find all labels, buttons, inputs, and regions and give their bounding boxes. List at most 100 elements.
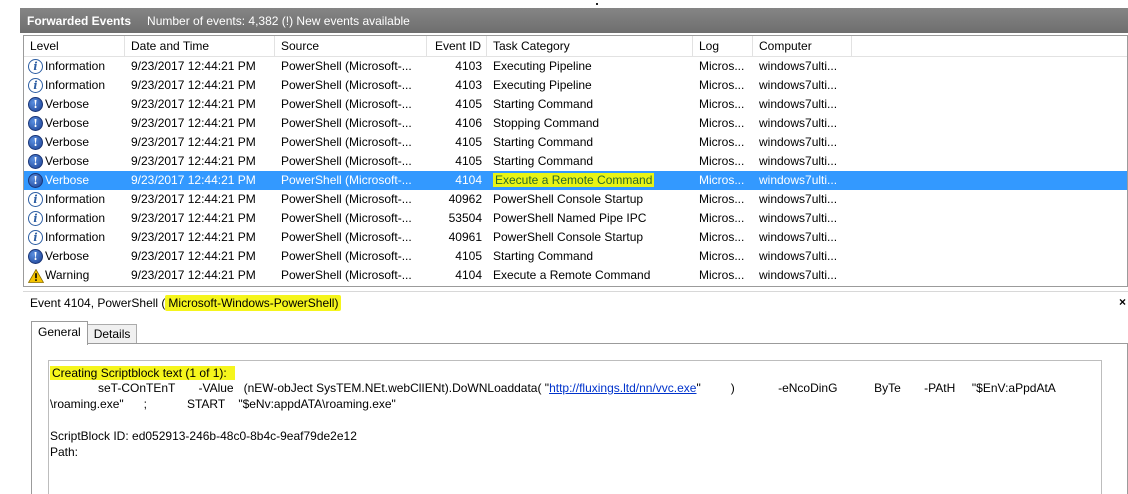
event-id-cell: 4105 [455,135,482,149]
table-row[interactable]: ! Verbose 9/23/2017 12:44:21 PM PowerShell … [24,133,1127,152]
tab-general[interactable]: General [31,321,88,345]
tab-details[interactable]: Details [86,324,138,344]
table-row[interactable]: i Information 9/23/2017 12:44:21 PM PowerSh… [24,76,1127,95]
verbose-icon: ! [28,154,43,169]
task-category-cell: PowerShell Console Startup [493,230,644,244]
table-row[interactable]: ! Verbose 9/23/2017 12:44:21 PM PowerShell … [24,152,1127,171]
left-gutter [0,8,20,494]
level-text: Information [45,78,106,92]
script-text-part-1: seT-COnTEnT -VAlue (nEW-obJect SysTEM.NE… [98,381,550,395]
date-cell: 9/23/2017 12:44:21 PM [131,116,256,130]
computer-cell: windows7ulti... [759,59,838,73]
column-header-log[interactable]: Log [693,36,753,57]
level-text: Verbose [45,154,90,168]
date-cell: 9/23/2017 12:44:21 PM [131,78,256,92]
log-cell: Micros... [699,192,745,206]
table-row[interactable]: ! Verbose 9/23/2017 12:44:21 PM PowerShell … [24,171,1127,190]
task-category-cell: Execute a Remote Command [487,171,693,190]
column-header-date[interactable]: Date and Time [125,36,275,57]
event-id-cell: 4103 [455,59,482,73]
level-text: Information [45,211,106,225]
info-icon: i [28,192,43,207]
level-text: Information [45,230,106,244]
source-cell: PowerShell (Microsoft-... [281,135,412,149]
table-row[interactable]: i Information 9/23/2017 12:44:21 PM PowerSh… [24,57,1127,76]
table-row[interactable]: Warning 9/23/2017 12:44:21 PM PowerShell (… [24,266,1127,285]
info-icon: i [28,59,43,74]
event-count: Number of events: 4,382 (!) New events a… [147,13,410,28]
column-header-level[interactable]: Level [24,36,125,57]
level-cell: i Information [24,57,125,76]
event-id-cell: 4104 [455,173,482,187]
verbose-icon: ! [28,135,43,150]
date-cell: 9/23/2017 12:44:21 PM [131,230,256,244]
task-category-cell: Starting Command [493,154,594,168]
task-category-cell: Execute a Remote Command [493,268,651,282]
column-header-task-category[interactable]: Task Category [487,36,693,57]
table-row[interactable]: ! Verbose 9/23/2017 12:44:21 PM PowerShell … [24,114,1127,133]
column-header-source[interactable]: Source [275,36,427,57]
source-cell: PowerShell (Microsoft-... [281,173,412,187]
level-cell: i Information [24,228,125,247]
level-text: Warning [45,268,90,282]
event-id-cell: 4105 [455,154,482,168]
log-cell: Micros... [699,59,745,73]
level-text: Information [45,59,106,73]
source-cell: PowerShell (Microsoft-... [281,249,412,263]
source-cell: PowerShell (Microsoft-... [281,116,412,130]
level-cell: ! Verbose [24,95,125,114]
column-header-event-id[interactable]: Event ID [427,36,487,57]
event-description-box[interactable]: Creating Scriptblock text (1 of 1): seT-… [48,360,1102,494]
malicious-url-link[interactable]: http://fluxings.ltd/nn/vvc.exe [549,381,696,395]
description-line-2: seT-COnTEnT -VAlue (nEW-obJect SysTEM.NE… [98,380,1056,396]
log-cell: Micros... [699,249,745,263]
log-cell: Micros... [699,268,745,282]
verbose-icon: ! [28,249,43,264]
table-row[interactable]: ! Verbose 9/23/2017 12:44:21 PM PowerShell … [24,247,1127,266]
source-cell: PowerShell (Microsoft-... [281,59,412,73]
level-text: Information [45,192,106,206]
scriptblock-heading: Creating Scriptblock text (1 of 1): [50,366,235,380]
log-cell: Micros... [699,78,745,92]
general-tab-panel: Creating Scriptblock text (1 of 1): seT-… [31,343,1128,494]
script-path: Path: [50,445,79,459]
info-icon: i [28,78,43,93]
date-cell: 9/23/2017 12:44:21 PM [131,135,256,149]
task-category-cell: Executing Pipeline [493,78,592,92]
level-cell: ! Verbose [24,247,125,266]
task-category-cell: Starting Command [493,135,594,149]
table-row[interactable]: i Information 9/23/2017 12:44:21 PM PowerSh… [24,228,1127,247]
computer-cell: windows7ulti... [759,116,838,130]
task-category-cell: PowerShell Named Pipe IPC [493,211,647,225]
level-text: Verbose [45,97,90,111]
computer-cell: windows7ulti... [759,154,838,168]
computer-cell: windows7ulti... [759,173,838,187]
table-row[interactable]: ! Verbose 9/23/2017 12:44:21 PM PowerShell … [24,95,1127,114]
top-edge [0,0,1128,8]
column-header-computer[interactable]: Computer [753,36,852,57]
table-row[interactable]: i Information 9/23/2017 12:44:21 PM PowerSh… [24,190,1127,209]
task-category-cell: Starting Command [493,249,594,263]
event-id-cell: 53504 [448,211,482,225]
event-list[interactable]: Level Date and Time Source Event ID Task… [23,35,1128,287]
source-cell: PowerShell (Microsoft-... [281,230,412,244]
task-category-cell: PowerShell Console Startup [493,192,644,206]
computer-cell: windows7ulti... [759,97,838,111]
date-cell: 9/23/2017 12:44:21 PM [131,249,256,263]
level-cell: i Information [24,209,125,228]
close-detail-icon[interactable]: × [1119,295,1126,309]
splitter-grip[interactable] [596,3,598,5]
event-id-cell: 4103 [455,78,482,92]
log-cell: Micros... [699,211,745,225]
computer-cell: windows7ulti... [759,135,838,149]
table-row[interactable]: i Information 9/23/2017 12:44:21 PM PowerSh… [24,209,1127,228]
computer-cell: windows7ulti... [759,78,838,92]
date-cell: 9/23/2017 12:44:21 PM [131,268,256,282]
source-cell: PowerShell (Microsoft-... [281,154,412,168]
computer-cell: windows7ulti... [759,211,838,225]
level-cell: ! Verbose [24,114,125,133]
verbose-icon: ! [28,97,43,112]
level-cell: i Information [24,76,125,95]
level-text: Verbose [45,173,90,187]
event-id-cell: 4104 [455,268,482,282]
